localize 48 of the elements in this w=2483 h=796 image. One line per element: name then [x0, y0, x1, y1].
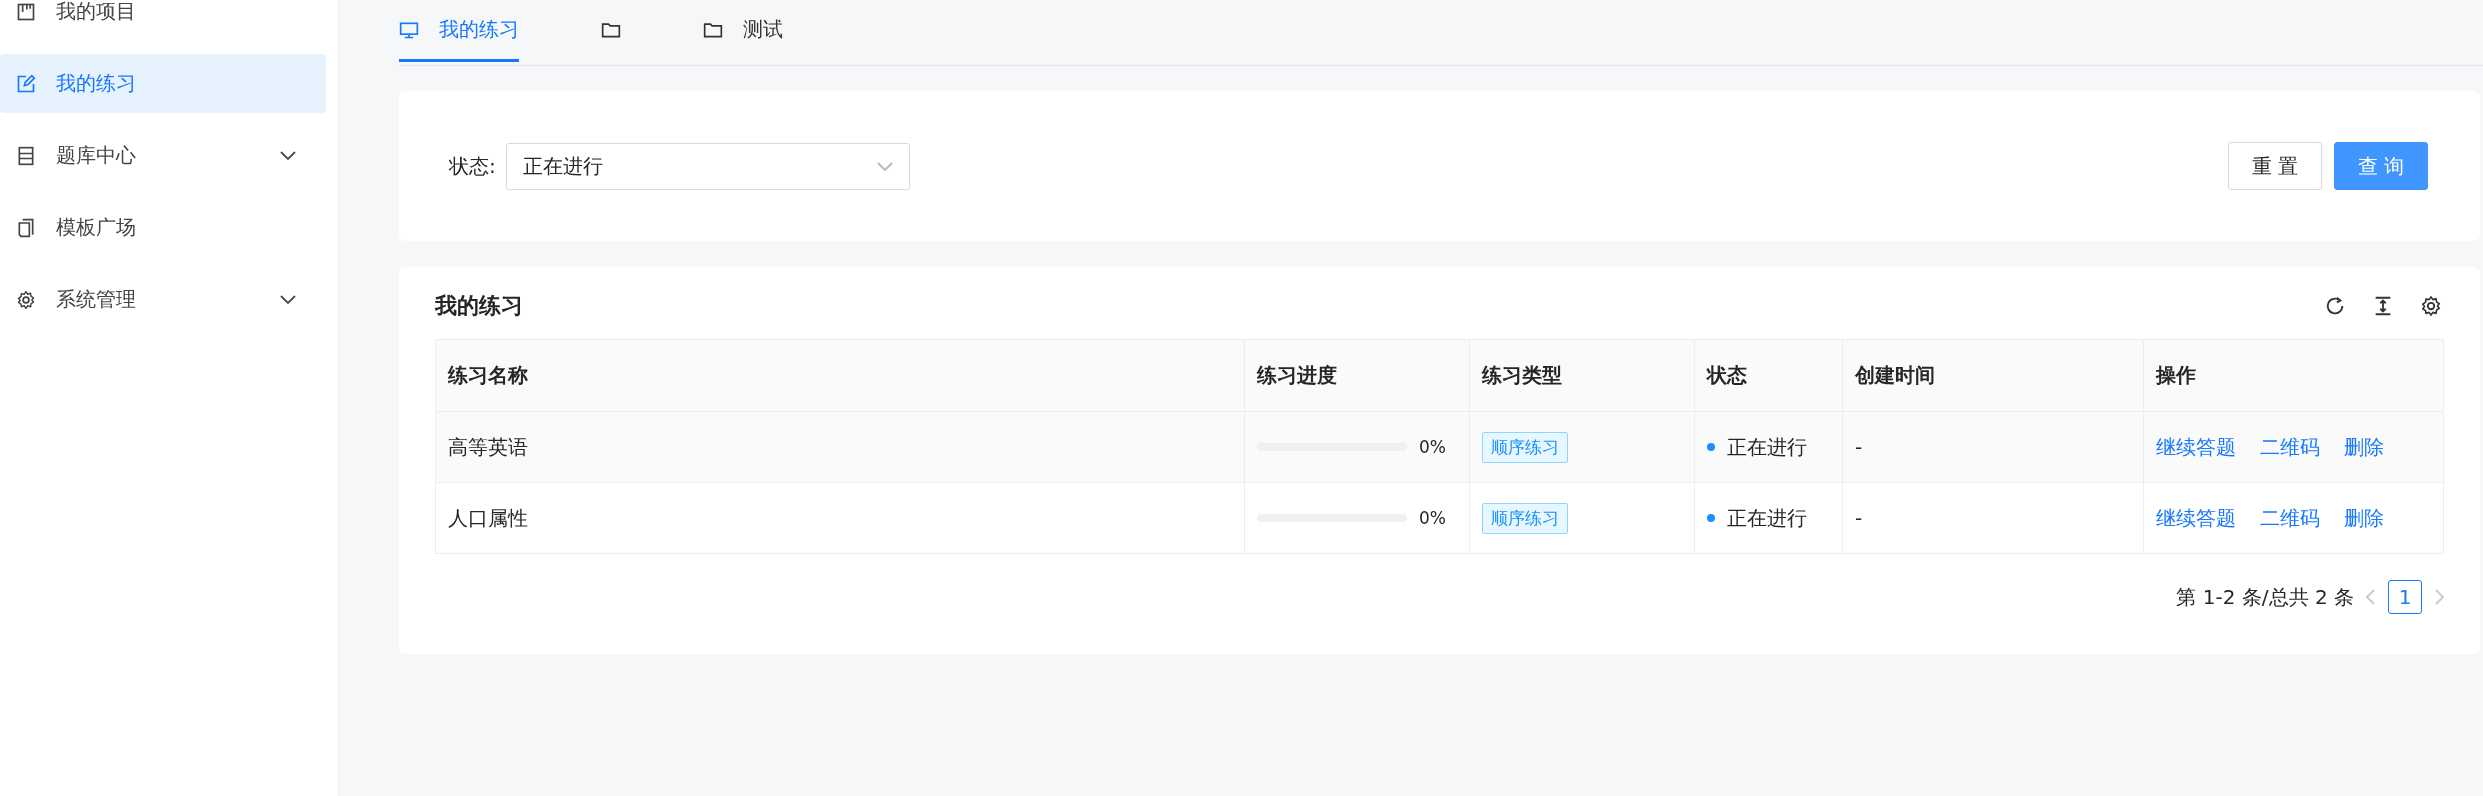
column-header: 练习名称: [435, 339, 1245, 412]
type-tag: 顺序练习: [1482, 431, 1568, 463]
column-header: 操作: [2143, 339, 2444, 412]
status-text: 正在进行: [1727, 504, 1807, 532]
action-link[interactable]: 二维码: [2260, 433, 2320, 461]
sidebar-item[interactable]: 我的练习: [0, 54, 326, 113]
progress-reading: 0%: [1419, 508, 1446, 528]
sidebar-item[interactable]: 模板广场: [0, 198, 326, 257]
chevron-down-icon: [280, 151, 296, 160]
settings-icon: [16, 289, 36, 310]
sidebar-item[interactable]: 我的项目: [0, 0, 326, 41]
chevron-right-icon: [2434, 589, 2444, 605]
tab[interactable]: 测试: [703, 0, 783, 62]
status-text: 正在进行: [1727, 433, 1807, 461]
refresh-icon: [2324, 295, 2346, 317]
query-button[interactable]: 查 询: [2334, 142, 2428, 190]
progress-reading: 0%: [1419, 437, 1446, 457]
document-icon: [16, 217, 36, 238]
chevron-down-icon: [876, 161, 893, 171]
status-select[interactable]: 正在进行: [505, 142, 910, 190]
settings-icon: [2420, 295, 2442, 317]
sidebar-item[interactable]: 系统管理: [0, 270, 326, 329]
chevron-left-icon: [2366, 589, 2376, 605]
list-icon: [16, 145, 36, 166]
chevron-down-icon: [280, 295, 296, 304]
tab[interactable]: 我的练习: [399, 0, 519, 62]
table-cell: -: [1842, 482, 2144, 554]
sidebar-item[interactable]: 题库中心: [0, 126, 326, 185]
action-link[interactable]: 删除: [2344, 433, 2384, 461]
pagination-summary: 第 1-2 条/总共 2 条: [2176, 583, 2354, 611]
board-icon: [16, 1, 36, 22]
table-cell: 高等英语: [435, 411, 1245, 483]
card-title: 我的练习: [435, 292, 524, 320]
status-label: 状态:: [449, 152, 496, 180]
column-header: 练习进度: [1244, 339, 1470, 412]
edit-icon: [16, 73, 36, 94]
action-link[interactable]: 继续答题: [2156, 504, 2236, 532]
action-link[interactable]: 删除: [2344, 504, 2384, 532]
column-header: 状态: [1694, 339, 1843, 412]
column-header: 练习类型: [1469, 339, 1695, 412]
action-link[interactable]: 二维码: [2260, 504, 2320, 532]
type-tag: 顺序练习: [1482, 502, 1568, 534]
column-header: 创建时间: [1842, 339, 2144, 412]
page-button[interactable]: 1: [2388, 580, 2422, 614]
table-cell: 人口属性: [435, 482, 1245, 554]
table-cell: -: [1842, 411, 2144, 483]
action-link[interactable]: 继续答题: [2156, 433, 2236, 461]
reset-button[interactable]: 重 置: [2228, 142, 2322, 190]
